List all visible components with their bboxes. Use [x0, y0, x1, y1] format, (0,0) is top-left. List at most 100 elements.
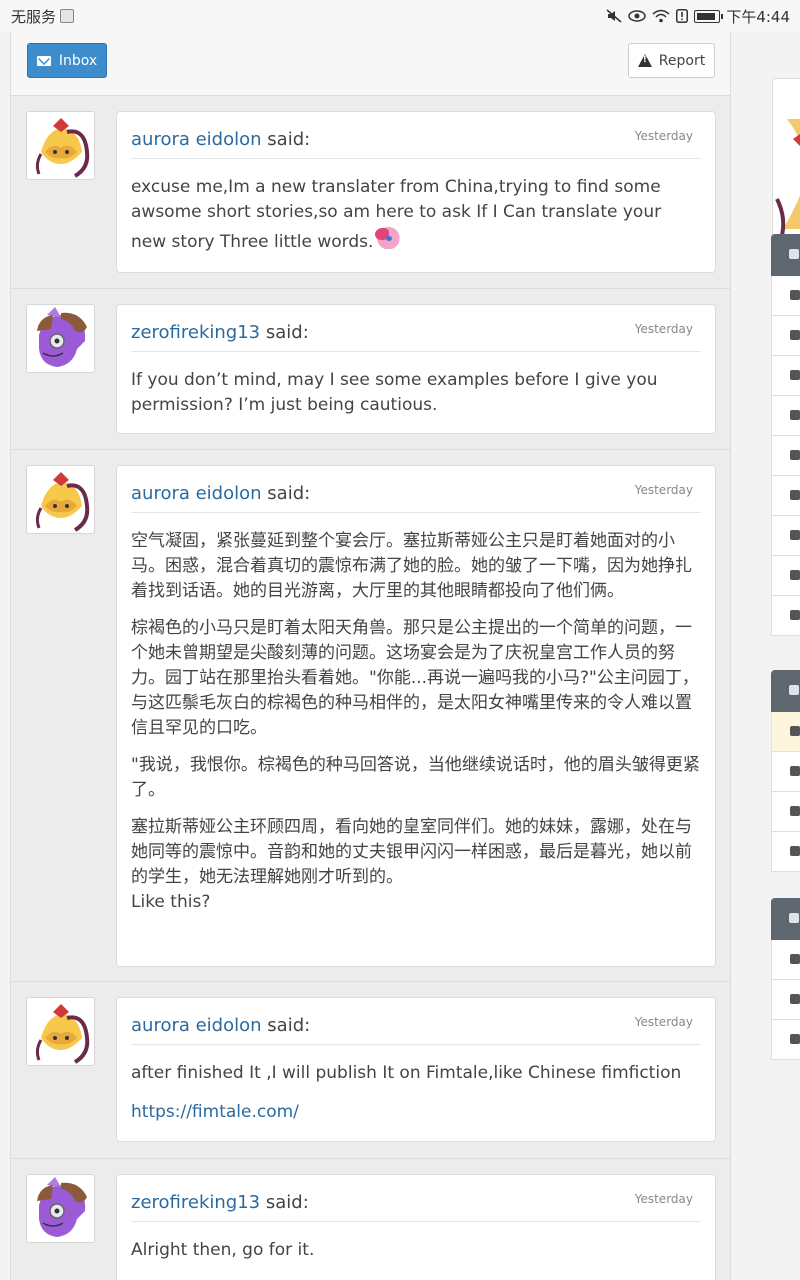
sidebar-item-messages[interactable] [771, 712, 800, 752]
users-icon [790, 1034, 800, 1044]
sidebar-item[interactable] [771, 940, 800, 980]
gear-icon [790, 530, 800, 540]
sidebar-item[interactable] [771, 832, 800, 872]
message-header: zerofireking13 said: Yesterday [131, 1175, 701, 1222]
sidebar-item[interactable] [771, 356, 800, 396]
said-label: said: [267, 1015, 311, 1036]
sidebar-item[interactable] [771, 1020, 800, 1060]
timestamp: Yesterday [634, 129, 693, 143]
message-paragraph: 空气凝固，紧张蔓延到整个宴会厅。塞拉斯蒂娅公主只是盯着她面对的小马。困惑，混合着… [131, 531, 692, 601]
message-paragraph: Like this? [131, 892, 211, 912]
sidebar-item[interactable] [771, 556, 800, 596]
inbox-label: Inbox [58, 52, 98, 69]
sidebar-item[interactable] [771, 396, 800, 436]
timestamp: Yesterday [634, 1015, 693, 1029]
inbox-button[interactable]: Inbox [27, 43, 107, 78]
message-row: zerofireking13 said: Yesterday Alright t… [11, 1159, 730, 1280]
sidebar-item[interactable] [771, 276, 800, 316]
message-card: aurora eidolon said: Yesterday after fin… [116, 997, 716, 1142]
message-body: If you don’t mind, may I see some exampl… [131, 368, 701, 418]
report-button[interactable]: Report [628, 43, 715, 78]
mobile-icon [790, 410, 800, 420]
user-icon [790, 290, 800, 300]
report-label: Report [658, 52, 706, 69]
author-line: aurora eidolon said: [131, 1015, 310, 1036]
author-link[interactable]: aurora eidolon [131, 483, 262, 504]
sidebar-section-header[interactable] [771, 670, 800, 712]
message-body: 空气凝固，紧张蔓延到整个宴会厅。塞拉斯蒂娅公主只是盯着她面对的小马。困惑，混合着… [131, 529, 701, 915]
sidebar-section-header[interactable] [771, 898, 800, 940]
timestamp: Yesterday [634, 1192, 693, 1206]
story-thumbnail[interactable] [772, 78, 800, 243]
link-icon [790, 490, 800, 500]
message-paragraph: "我说，我恨你。棕褐色的种马回答说，当他继续说话时，他的眉头皱得更紧了。 [131, 755, 700, 800]
users-icon [790, 806, 800, 816]
file-icon [790, 994, 800, 1004]
fimtale-link[interactable]: https://fimtale.com/ [131, 1102, 299, 1122]
author-link[interactable]: aurora eidolon [131, 129, 262, 150]
avatar[interactable] [26, 1174, 95, 1243]
envelope-icon [36, 55, 51, 66]
eye-icon [628, 10, 647, 22]
sidebar-item[interactable] [771, 792, 800, 832]
sidebar-item[interactable] [771, 980, 800, 1020]
conversation-panel: Inbox Report aurora eidolon [10, 32, 731, 1280]
message-text: after finished It ,I will publish It on … [131, 1063, 682, 1083]
message-text: If you don’t mind, may I see some exampl… [131, 370, 658, 415]
toolbar: Inbox Report [11, 32, 730, 96]
sidebar-item[interactable] [771, 596, 800, 636]
author-link[interactable]: zerofireking13 [131, 322, 260, 343]
users-icon [789, 685, 799, 695]
envelope-icon [790, 726, 800, 736]
said-label: said: [267, 129, 311, 150]
avatar[interactable] [26, 304, 95, 373]
desktop-icon [790, 450, 800, 460]
sidebar-item[interactable] [771, 316, 800, 356]
ban-icon [790, 846, 800, 856]
message-paragraph: 棕褐色的小马只是盯着太阳天角兽。那只是公主提出的一个简单的问题，一个她未曾期望是… [131, 618, 699, 738]
message-header: aurora eidolon said: Yesterday [131, 466, 701, 513]
wifi-icon [652, 9, 670, 23]
battery-icon [694, 9, 724, 23]
author-line: zerofireking13 said: [131, 322, 309, 343]
gear-icon [790, 370, 800, 380]
said-label: said: [265, 322, 309, 343]
message-header: zerofireking13 said: Yesterday [131, 305, 701, 352]
said-label: said: [265, 1192, 309, 1213]
message-header: aurora eidolon said: Yesterday [131, 112, 701, 159]
carrier-label: 无服务 [11, 7, 57, 26]
avatar[interactable] [26, 465, 95, 534]
status-bar: 无服务 下午4:44 [0, 0, 800, 32]
alert-icon [676, 9, 689, 23]
author-link[interactable]: aurora eidolon [131, 1015, 262, 1036]
message-card: aurora eidolon said: Yesterday 空气凝固，紧张蔓延… [116, 465, 716, 967]
timestamp: Yesterday [634, 322, 693, 336]
sidebar-item[interactable] [771, 476, 800, 516]
author-line: aurora eidolon said: [131, 129, 310, 150]
message-body: Alright then, go for it. [131, 1238, 701, 1263]
message-row: aurora eidolon said: Yesterday excuse me… [11, 96, 730, 289]
author-link[interactable]: zerofireking13 [131, 1192, 260, 1213]
avatar[interactable] [26, 997, 95, 1066]
image-icon [790, 570, 800, 580]
sidebar-item[interactable] [771, 516, 800, 556]
mute-icon [606, 9, 622, 23]
message-card: zerofireking13 said: Yesterday Alright t… [116, 1174, 716, 1280]
sidebar-item[interactable] [771, 752, 800, 792]
message-text: Alright then, go for it. [131, 1240, 315, 1260]
sidebar-section-header[interactable] [771, 234, 800, 276]
avatar[interactable] [26, 111, 95, 180]
author-line: aurora eidolon said: [131, 483, 310, 504]
message-body: excuse me,Im a new translater from China… [131, 175, 701, 255]
message-row: aurora eidolon said: Yesterday after fin… [11, 982, 730, 1159]
message-card: zerofireking13 said: Yesterday If you do… [116, 304, 716, 434]
sidebar-item[interactable] [771, 436, 800, 476]
clock: 下午4:44 [726, 7, 790, 26]
message-row: zerofireking13 said: Yesterday If you do… [11, 289, 730, 450]
pony-emote-icon [373, 225, 402, 249]
message-row: aurora eidolon said: Yesterday 空气凝固，紧张蔓延… [11, 450, 730, 982]
gear-icon [789, 249, 799, 259]
said-label: said: [267, 483, 311, 504]
right-sidebar [770, 32, 800, 1280]
message-card: aurora eidolon said: Yesterday excuse me… [116, 111, 716, 273]
